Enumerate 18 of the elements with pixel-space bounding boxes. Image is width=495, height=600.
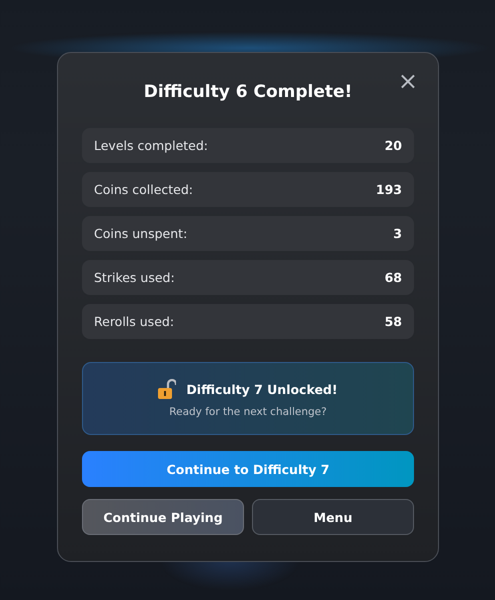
stat-label: Rerolls used: [94,314,174,329]
continue-button[interactable]: Continue to Difficulty 7 [82,451,414,487]
stat-label: Strikes used: [94,270,175,285]
padlock-icon [158,379,176,399]
stat-value: 68 [384,270,402,285]
unlock-subtitle: Ready for the next challenge? [169,406,327,418]
stat-label: Levels completed: [94,138,208,153]
stat-value: 58 [384,314,402,329]
stat-value: 20 [384,138,402,153]
menu-button[interactable]: Menu [252,499,414,535]
close-button[interactable]: × [398,69,418,93]
stat-label: Coins unspent: [94,226,188,241]
unlock-title: Difficulty 7 Unlocked! [186,382,338,396]
dialog-title: Difficulty 6 Complete! [142,81,354,104]
stat-value: 3 [393,226,402,241]
stat-label: Coins collected: [94,182,194,197]
continue-playing-button[interactable]: Continue Playing [82,499,244,535]
stat-value: 193 [376,182,402,197]
